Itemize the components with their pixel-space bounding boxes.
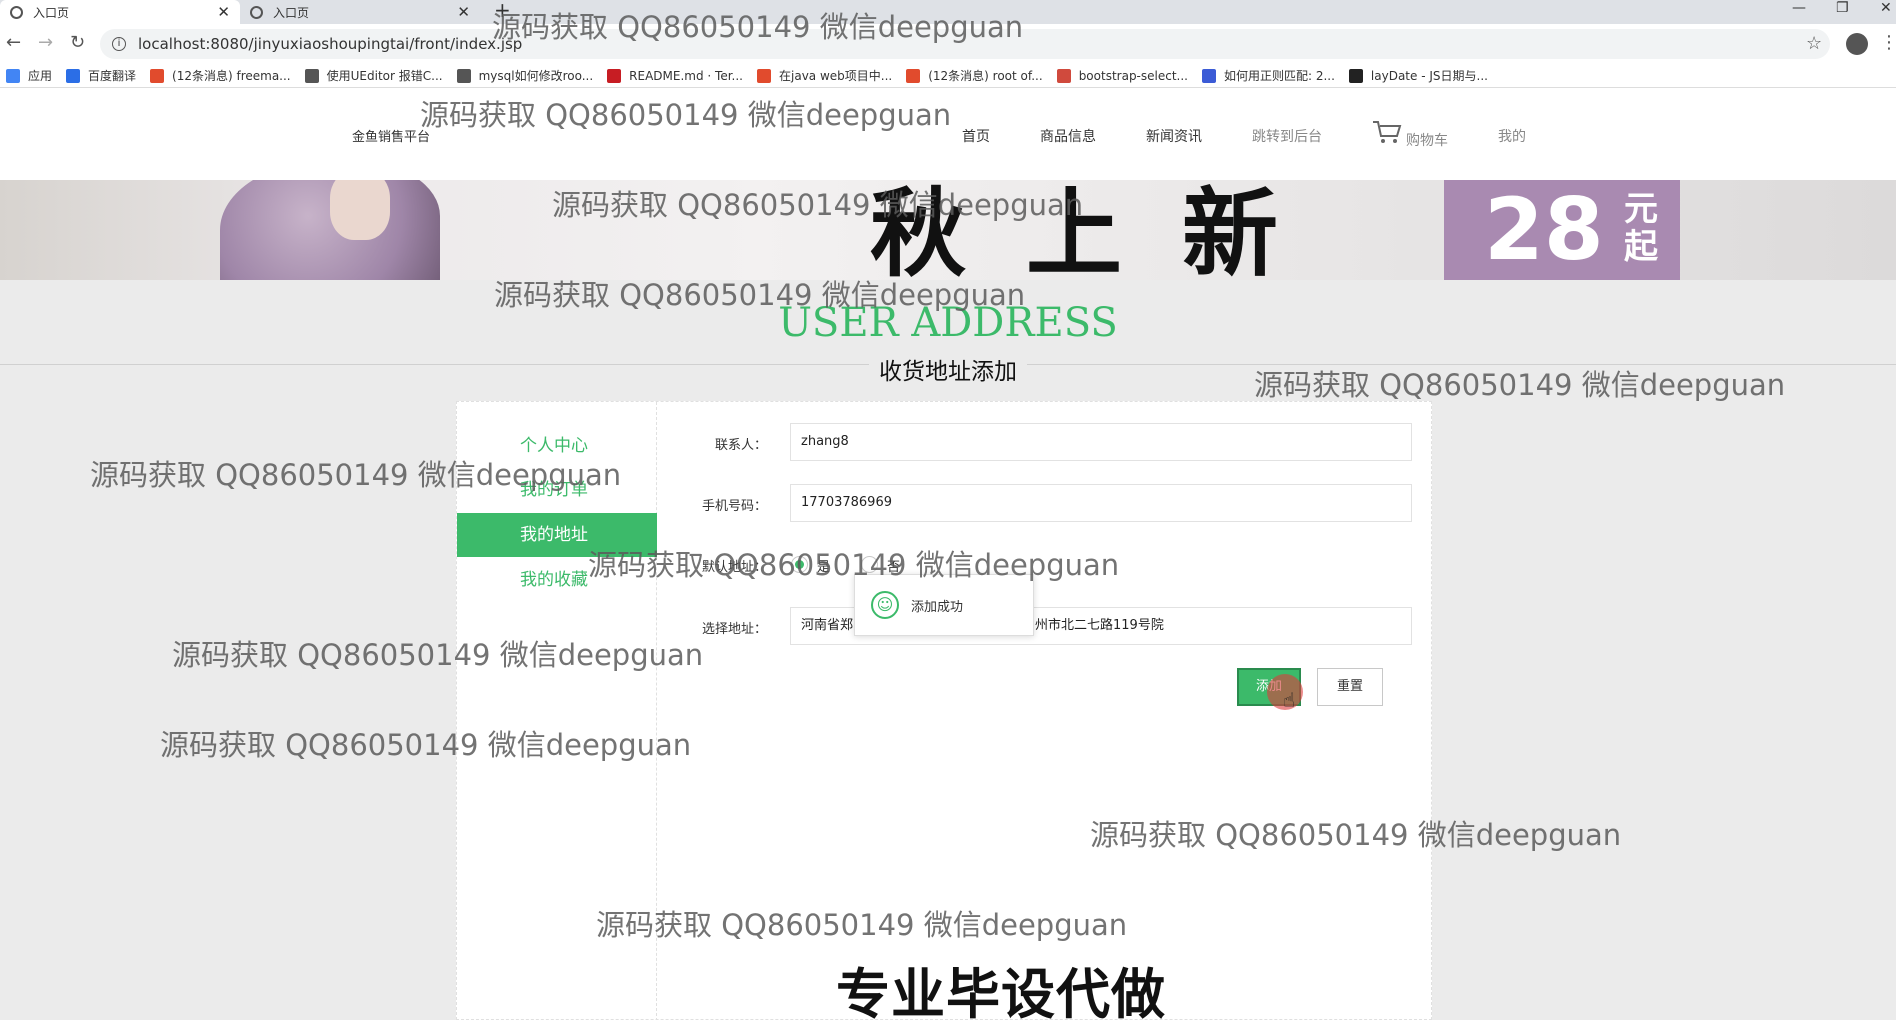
nav-mine[interactable]: 我的 [1498,126,1526,146]
watermark: 源码获取 QQ86050149 微信deepguan [494,278,1026,312]
bookmark-item[interactable]: 在java web项目中... [757,67,892,84]
nav-cart[interactable]: 购物车 [1406,130,1448,150]
page-title-text: 收货地址添加 [869,359,1027,385]
bookmark-label: 使用UEditor 报错C... [326,69,443,83]
tab-title: 入口页 [273,5,310,20]
bookmark-star-icon[interactable]: ☆ [1806,33,1822,54]
reset-button[interactable]: 重置 [1317,668,1383,706]
banner-price-box: 28 元起 [1444,180,1680,280]
tab-title: 入口页 [33,5,70,20]
nav-products[interactable]: 商品信息 [1040,126,1096,146]
csdn-icon [757,68,771,83]
globe-icon [10,5,23,19]
browser-tab-active[interactable]: 入口页 ✕ [0,0,240,24]
reload-icon[interactable]: ↻ [70,32,85,53]
contact-input[interactable]: zhang8 [790,423,1412,461]
hand-cursor-icon: ☝ [1283,688,1296,712]
profile-avatar-icon[interactable] [1846,33,1868,55]
watermark: 源码获取 QQ86050149 微信deepguan [588,548,1120,582]
bookmark-item[interactable]: 使用UEditor 报错C... [304,67,443,84]
watermark: 源码获取 QQ86050149 微信deepguan [160,728,692,762]
banner-price: 28 [1484,180,1604,280]
bookmark-item[interactable]: (12条消息) root of... [906,67,1043,84]
back-arrow-icon[interactable]: ← [6,32,21,53]
watermark: 源码获取 QQ86050149 微信deepguan [420,98,952,132]
promo-text: 专业毕设代做 [836,963,1166,1020]
globe-icon [250,5,263,19]
bookmark-item[interactable]: layDate - JS日期与... [1348,67,1488,84]
banner-model-arm [330,180,390,240]
bookmarks-bar: 应用 百度翻译 (12条消息) freema... 使用UEditor 报错C... m… [0,64,1896,88]
bookmark-label: 应用 [28,69,53,83]
gitee-icon [607,68,622,83]
watermark: 源码获取 QQ86050149 微信deepguan [492,10,1024,44]
bookmark-label: 在java web项目中... [779,69,893,83]
bookmark-item[interactable]: 应用 [6,67,52,84]
bookmark-label: 如何用正则匹配: 2... [1223,69,1335,83]
bookmark-site-icon [304,68,319,83]
info-icon[interactable]: i [112,37,126,51]
bookmark-item[interactable]: mysql如何修改roo... [456,67,594,84]
layui-icon [1348,68,1363,83]
watermark: 源码获取 QQ86050149 微信deepguan [1254,368,1786,402]
nav-news[interactable]: 新闻资讯 [1146,126,1202,146]
nav-home[interactable]: 首页 [962,126,990,146]
cart-icon[interactable] [1372,120,1402,144]
close-icon[interactable]: ✕ [457,3,470,21]
csdn-icon [906,68,921,83]
contact-label: 联系人： [714,438,767,453]
watermark: 源码获取 QQ86050149 微信deepguan [1090,818,1622,852]
baidu-paw-icon [1201,68,1216,83]
watermark: 源码获取 QQ86050149 微信deepguan [90,458,622,492]
restore-icon[interactable]: ❐ [1836,0,1849,16]
bookmark-label: (12条消息) freema... [172,69,291,83]
toast-message: 添加成功 [911,599,964,615]
forward-arrow-icon[interactable]: → [38,32,53,53]
watermark: 源码获取 QQ86050149 微信deepguan [596,908,1128,942]
url-text: localhost:8080/jinyuxiaoshoupingtai/fron… [138,35,523,53]
phone-label: 手机号码： [701,499,767,514]
window-close-icon[interactable]: ✕ [1880,0,1892,16]
minimize-icon[interactable]: — [1792,0,1806,16]
bookmark-label: (12条消息) root of... [928,69,1043,83]
csdn-icon [150,68,165,83]
watermark: 源码获取 QQ86050149 微信deepguan [172,638,704,672]
bookmark-label: mysql如何修改roo... [478,69,594,83]
address-value-start: 河南省郑 [801,618,854,633]
browser-tab[interactable]: 入口页 ✕ [240,0,480,24]
bookmark-label: layDate - JS日期与... [1370,69,1488,83]
nav-backend[interactable]: 跳转到后台 [1252,126,1322,146]
apps-grid-icon [6,68,20,83]
banner-price-unit: 元起 [1624,189,1658,267]
bookmark-site-icon [1056,68,1071,83]
bookmark-label: 百度翻译 [88,69,137,83]
menu-dots-icon[interactable]: ⋮ [1880,32,1896,53]
bookmark-item[interactable]: README.md · Ter... [607,68,743,83]
translate-icon [66,68,81,83]
bookmark-item[interactable]: bootstrap-select... [1056,68,1188,83]
phone-input[interactable]: 17703786969 [790,484,1412,522]
address-value-end: 州市北二七路119号院 [1035,618,1164,633]
bookmark-item[interactable]: 百度翻译 [66,67,136,84]
bookmark-label: README.md · Ter... [629,68,743,83]
bookmark-item[interactable]: 如何用正则匹配: 2... [1201,67,1335,84]
smile-icon: ☺ [871,591,899,619]
bookmark-label: bootstrap-select... [1078,68,1188,83]
watermark: 源码获取 QQ86050149 微信deepguan [552,188,1084,222]
bookmark-site-icon [456,68,471,83]
site-brand[interactable]: 金鱼销售平台 [352,126,430,145]
bookmark-item[interactable]: (12条消息) freema... [150,67,291,84]
close-icon[interactable]: ✕ [217,3,230,21]
